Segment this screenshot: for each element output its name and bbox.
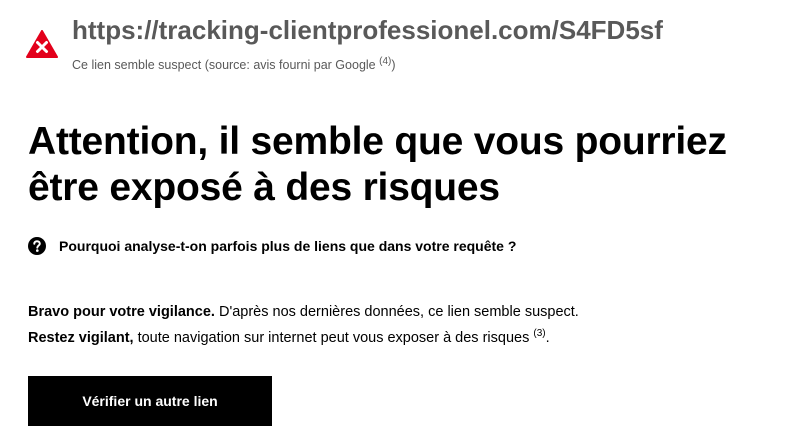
message-line-1-text: D'après nos dernières données, ce lien s… <box>214 304 579 320</box>
faq-link[interactable]: Pourquoi analyse-t-on parfois plus de li… <box>28 237 516 255</box>
verdict-note-text: Ce lien semble suspect (source: avis fou… <box>72 58 376 73</box>
faq-question[interactable]: Pourquoi analyse-t-on parfois plus de li… <box>59 238 516 254</box>
message-line-2-end: . <box>545 329 550 346</box>
message-line-2-reference[interactable]: (3) <box>533 328 545 339</box>
message-line-2-bold: Restez vigilant, <box>28 329 134 346</box>
message-line-1: Bravo pour votre vigilance. D'après nos … <box>28 302 579 323</box>
checked-url: https://tracking-clientprofessionel.com/… <box>72 15 663 45</box>
verdict-note-reference[interactable]: (4) <box>379 56 391 67</box>
message-line-1-bold: Bravo pour votre vigilance. <box>28 304 215 320</box>
checked-url-row: https://tracking-clientprofessionel.com/… <box>26 14 663 72</box>
help-circle-icon <box>28 237 46 255</box>
verdict-note: Ce lien semble suspect (source: avis fou… <box>72 56 663 72</box>
result-message: Bravo pour votre vigilance. D'après nos … <box>28 302 579 349</box>
page-title: Attention, il semble que vous pourriez ê… <box>28 120 727 209</box>
verdict-note-close: ) <box>391 58 396 73</box>
url-block: https://tracking-clientprofessionel.com/… <box>72 14 663 72</box>
link-check-result-page: https://tracking-clientprofessionel.com/… <box>0 0 800 443</box>
message-line-2-text: toute navigation sur internet peut vous … <box>133 329 534 346</box>
message-line-2: Restez vigilant, toute navigation sur in… <box>28 323 579 349</box>
check-another-link-button[interactable]: Vérifier un autre lien <box>28 376 272 426</box>
warning-triangle-icon <box>26 30 58 58</box>
